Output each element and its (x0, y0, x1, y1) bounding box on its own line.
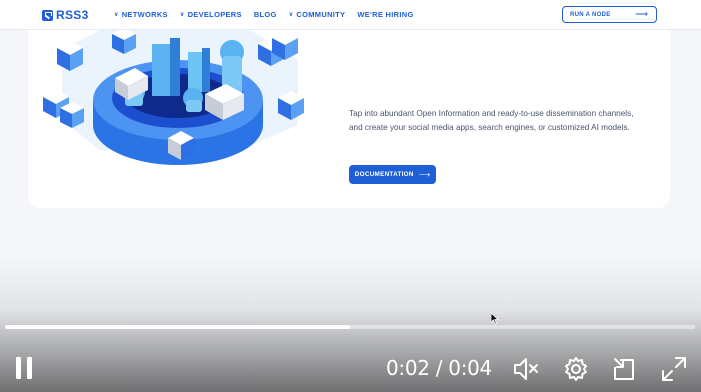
pause-icon (27, 357, 32, 379)
rss3-logo[interactable]: RSS3 (42, 8, 89, 22)
nav-label: DEVELOPERS (187, 10, 242, 19)
time-display: 0:02 / 0:04 (386, 356, 492, 380)
settings-button[interactable] (562, 355, 590, 383)
run-a-node-button[interactable]: RUN A NODE ⟶ (562, 6, 657, 23)
arrow-right-icon: ⟶ (418, 170, 431, 179)
fullscreen-icon (662, 357, 686, 381)
nav-links: ∨ NETWORKS ∨ DEVELOPERS BLOG ∨ COMMUNITY… (114, 10, 414, 19)
documentation-label: DOCUMENTATION (354, 171, 414, 178)
video-player[interactable]: RSS3 ∨ NETWORKS ∨ DEVELOPERS BLOG ∨ COMM… (0, 0, 701, 392)
nav-label: WE'RE HIRING (357, 10, 414, 19)
site-header: RSS3 ∨ NETWORKS ∨ DEVELOPERS BLOG ∨ COMM… (0, 0, 701, 30)
fullscreen-button[interactable] (660, 355, 688, 383)
run-a-node-label: RUN A NODE (570, 11, 611, 18)
rss3-logo-icon (42, 9, 53, 21)
nav-item-community[interactable]: ∨ COMMUNITY (289, 10, 346, 19)
pip-icon (614, 358, 634, 380)
arrow-right-icon: ⟶ (635, 9, 648, 19)
chevron-down-icon: ∨ (288, 12, 294, 18)
nav-item-hiring[interactable]: WE'RE HIRING (357, 10, 413, 19)
nav-item-developers[interactable]: ∨ DEVELOPERS (180, 10, 242, 19)
progress-fill (5, 325, 350, 329)
section-description: Tap into abundant Open Information and r… (349, 109, 634, 132)
chevron-down-icon: ∨ (179, 12, 185, 18)
chevron-down-icon: ∨ (114, 12, 119, 18)
settings-icon (565, 357, 587, 381)
nav-label: BLOG (253, 10, 277, 19)
nav-item-blog[interactable]: BLOG (254, 10, 277, 19)
pause-button[interactable] (12, 355, 36, 381)
documentation-button[interactable]: DOCUMENTATION ⟶ (349, 165, 436, 184)
logo-text: RSS3 (56, 8, 89, 22)
pip-button[interactable] (611, 355, 639, 383)
nav-label: COMMUNITY (296, 10, 346, 19)
mute-icon (514, 358, 538, 380)
mute-button[interactable] (512, 355, 540, 383)
mouse-cursor-icon (491, 313, 499, 325)
nav-item-networks[interactable]: ∨ NETWORKS (114, 10, 168, 19)
pause-icon (16, 357, 21, 379)
nav-label: NETWORKS (121, 10, 168, 19)
progress-bar[interactable] (5, 325, 695, 329)
isometric-network-illustration (43, 30, 304, 165)
controls-gradient (0, 255, 701, 392)
